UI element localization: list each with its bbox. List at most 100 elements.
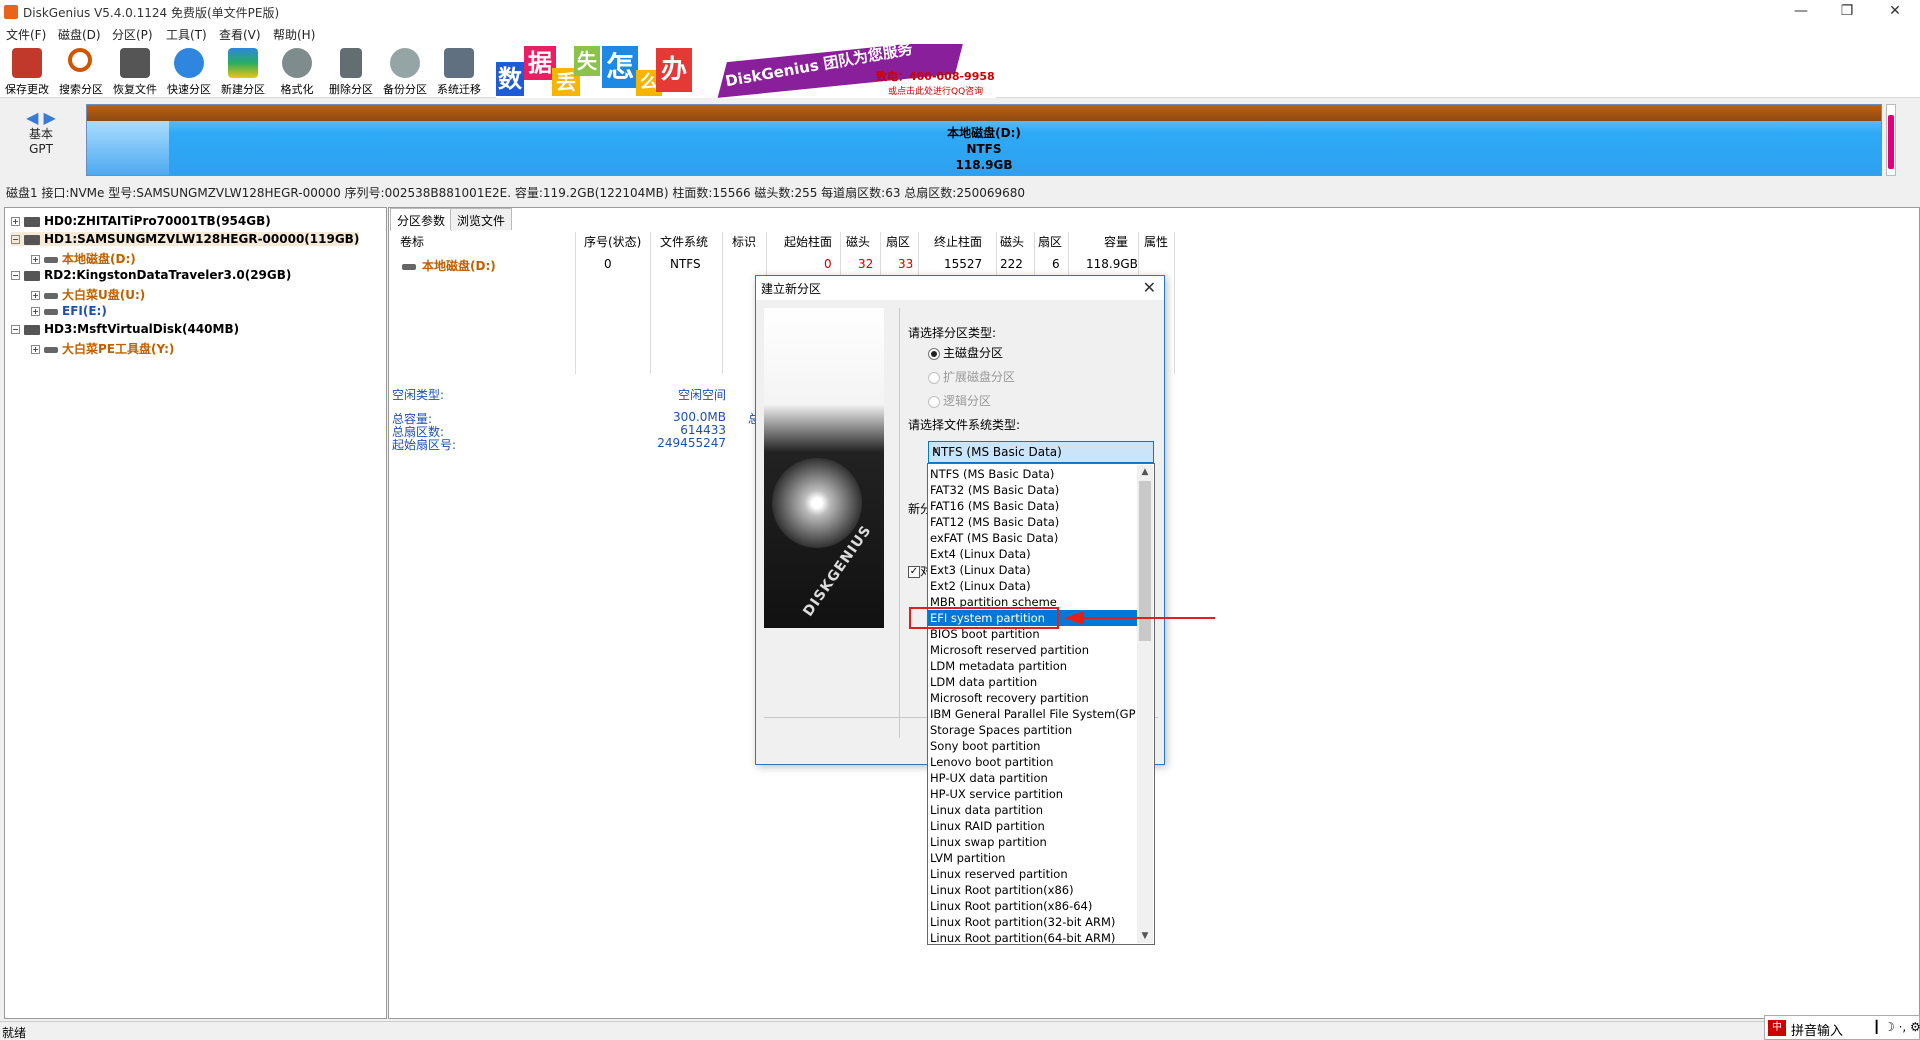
menu-partition[interactable]: 分区(P) (112, 26, 153, 43)
dropdown-option[interactable]: Sony boot partition (928, 738, 1138, 754)
partition-icon (44, 256, 58, 263)
search-partition-button[interactable]: 搜索分区 (54, 46, 108, 96)
dropdown-option[interactable]: NTFS (MS Basic Data) (928, 466, 1138, 482)
recover-files-button[interactable]: 恢复文件 (108, 46, 162, 96)
scroll-up-icon[interactable]: ▲ (1137, 465, 1153, 479)
collapse-icon[interactable]: − (11, 325, 20, 334)
backup-partition-button[interactable]: 备份分区 (378, 46, 432, 96)
radio-unchecked-icon (928, 395, 940, 408)
collapse-icon[interactable]: − (11, 235, 20, 244)
dropdown-option[interactable]: Lenovo boot partition (928, 754, 1138, 770)
menu-disk[interactable]: 磁盘(D) (58, 26, 101, 43)
dropdown-option[interactable]: Ext4 (Linux Data) (928, 546, 1138, 562)
cell-start-head: 32 (858, 257, 874, 271)
hard-disk-icon (24, 216, 40, 227)
minimize-button[interactable]: — (1778, 0, 1824, 24)
free-type-value: 空闲空间 (678, 388, 727, 402)
tab-browse-files[interactable]: 浏览文件 (450, 208, 513, 230)
dropdown-option[interactable]: Storage Spaces partition (928, 722, 1138, 738)
fs-type-dropdown-list: NTFS (MS Basic Data) FAT32 (MS Basic Dat… (927, 463, 1155, 945)
dialog-close-icon[interactable]: ✕ (1143, 278, 1156, 297)
save-changes-button[interactable]: 保存更改 (0, 46, 54, 96)
dropdown-option[interactable]: Linux RAID partition (928, 818, 1138, 834)
dropdown-option[interactable]: Ext3 (Linux Data) (928, 562, 1138, 578)
expand-icon[interactable]: + (31, 255, 40, 264)
menu-help[interactable]: 帮助(H) (273, 26, 315, 43)
tree-node-hd1[interactable]: − HD1:SAMSUNGMZVLW128HEGR-00000(119GB) (11, 232, 360, 246)
expand-icon[interactable]: + (31, 345, 40, 354)
tool-label: 恢复文件 (113, 83, 157, 96)
tree-node-hd3[interactable]: − HD3:MsftVirtualDisk(440MB) (11, 322, 239, 336)
dropdown-option[interactable]: Linux data partition (928, 802, 1138, 818)
ime-toolbar[interactable]: 中 拼音输入 ┃ ☽ ·, ⚙ (1764, 1015, 1920, 1040)
dropdown-option[interactable]: FAT16 (MS Basic Data) (928, 498, 1138, 514)
tree-node-partition-u[interactable]: + 大白菜U盘(U:) (31, 286, 145, 303)
dropdown-option[interactable]: Ext2 (Linux Data) (928, 578, 1138, 594)
col-header: 标识 (732, 235, 757, 249)
dropdown-option[interactable]: LDM metadata partition (928, 658, 1138, 674)
radio-logical-partition[interactable]: 逻辑分区 (928, 392, 991, 409)
dropdown-option[interactable]: Linux Root partition(x86) (928, 882, 1138, 898)
disk-bar-scroll-thumb[interactable] (1888, 115, 1894, 169)
ime-mode-label[interactable]: 拼音输入 (1791, 1020, 1843, 1039)
tree-node-partition-y[interactable]: + 大白菜PE工具盘(Y:) (31, 340, 174, 357)
chevron-down-icon[interactable]: ∨ (932, 445, 1150, 456)
dropdown-option[interactable]: LVM partition (928, 850, 1138, 866)
disk-bar-scrollbar[interactable] (1886, 104, 1896, 176)
table-row[interactable]: 本地磁盘(D:) (402, 257, 496, 274)
tree-node-partition-e[interactable]: + EFI(E:) (31, 304, 107, 318)
menu-tools[interactable]: 工具(T) (166, 26, 207, 43)
dropdown-option[interactable]: Linux Root partition(32-bit ARM) (928, 914, 1138, 930)
dropdown-option[interactable]: FAT32 (MS Basic Data) (928, 482, 1138, 498)
radio-primary-partition[interactable]: 主磁盘分区 (928, 344, 1003, 361)
dropdown-option[interactable]: Linux swap partition (928, 834, 1138, 850)
hard-disk-illustration: DISKGENIUS (764, 308, 884, 628)
format-button[interactable]: 格式化 (270, 46, 324, 96)
close-button[interactable]: ✕ (1872, 0, 1918, 24)
collapse-icon[interactable]: − (11, 271, 20, 280)
fs-type-select[interactable]: NTFS (MS Basic Data) ∨ (928, 441, 1154, 463)
format-icon (282, 48, 312, 78)
col-header: 卷标 (400, 235, 425, 249)
disk-nav-arrows-icon[interactable]: ◀ ▶ (26, 108, 56, 127)
tree-node-partition-d[interactable]: + 本地磁盘(D:) (31, 250, 136, 267)
system-migrate-button[interactable]: 系统迁移 (432, 46, 486, 96)
expand-icon[interactable]: + (31, 307, 40, 316)
col-header: 终止柱面 (934, 235, 983, 249)
partition-bar[interactable]: 本地磁盘(D:) NTFS 118.9GB (86, 104, 1882, 176)
dropdown-scrollbar[interactable]: ▲ ▼ (1137, 465, 1153, 943)
ad-banner[interactable]: 数 据 丢 失 怎 么 办 DiskGenius 团队为您服务 致电：400-0… (496, 44, 996, 98)
dropdown-option[interactable]: Linux reserved partition (928, 866, 1138, 882)
dropdown-option[interactable]: Linux Root partition(64-bit ARM) (928, 930, 1138, 944)
tree-node-hd0[interactable]: + HD0:ZHITAITiPro70001TB(954GB) (11, 214, 271, 228)
menu-file[interactable]: 文件(F) (6, 26, 46, 43)
dropdown-option[interactable]: Microsoft recovery partition (928, 690, 1138, 706)
dropdown-option[interactable]: HP-UX service partition (928, 786, 1138, 802)
tree-node-rd2[interactable]: − RD2:KingstonDataTraveler3.0(29GB) (11, 268, 291, 282)
scroll-down-icon[interactable]: ▼ (1137, 929, 1153, 943)
menu-view[interactable]: 查看(V) (219, 26, 261, 43)
dropdown-option[interactable]: Microsoft reserved partition (928, 642, 1138, 658)
disk-nav[interactable]: ◀ ▶ 基本 GPT (26, 108, 56, 157)
tool-label: 搜索分区 (59, 83, 103, 96)
dropdown-option[interactable]: FAT12 (MS Basic Data) (928, 514, 1138, 530)
banner-qq-link[interactable]: 或点击此处进行QQ咨询 (888, 84, 983, 97)
banner-char: 失 (574, 46, 600, 76)
tab-partition-params[interactable]: 分区参数 (390, 208, 453, 231)
radio-extended-partition[interactable]: 扩展磁盘分区 (928, 368, 1015, 385)
ime-extras[interactable]: ┃ ☽ ·, ⚙ (1873, 1020, 1920, 1034)
dropdown-option[interactable]: exFAT (MS Basic Data) (928, 530, 1138, 546)
quick-partition-button[interactable]: 快速分区 (162, 46, 216, 96)
dropdown-option[interactable]: Linux Root partition(x86-64) (928, 898, 1138, 914)
cell-end-head: 222 (1000, 257, 1023, 271)
expand-icon[interactable]: + (11, 217, 20, 226)
dropdown-option[interactable]: LDM data partition (928, 674, 1138, 690)
dropdown-option[interactable]: HP-UX data partition (928, 770, 1138, 786)
partition-bar-size: 118.9GB (955, 158, 1013, 172)
restore-button[interactable]: ❐ (1824, 0, 1870, 24)
delete-partition-button[interactable]: 删除分区 (324, 46, 378, 96)
new-partition-button[interactable]: 新建分区 (216, 46, 270, 96)
backup-icon (390, 48, 420, 78)
dropdown-option[interactable]: IBM General Parallel File System(GP (928, 706, 1138, 722)
expand-icon[interactable]: + (31, 291, 40, 300)
